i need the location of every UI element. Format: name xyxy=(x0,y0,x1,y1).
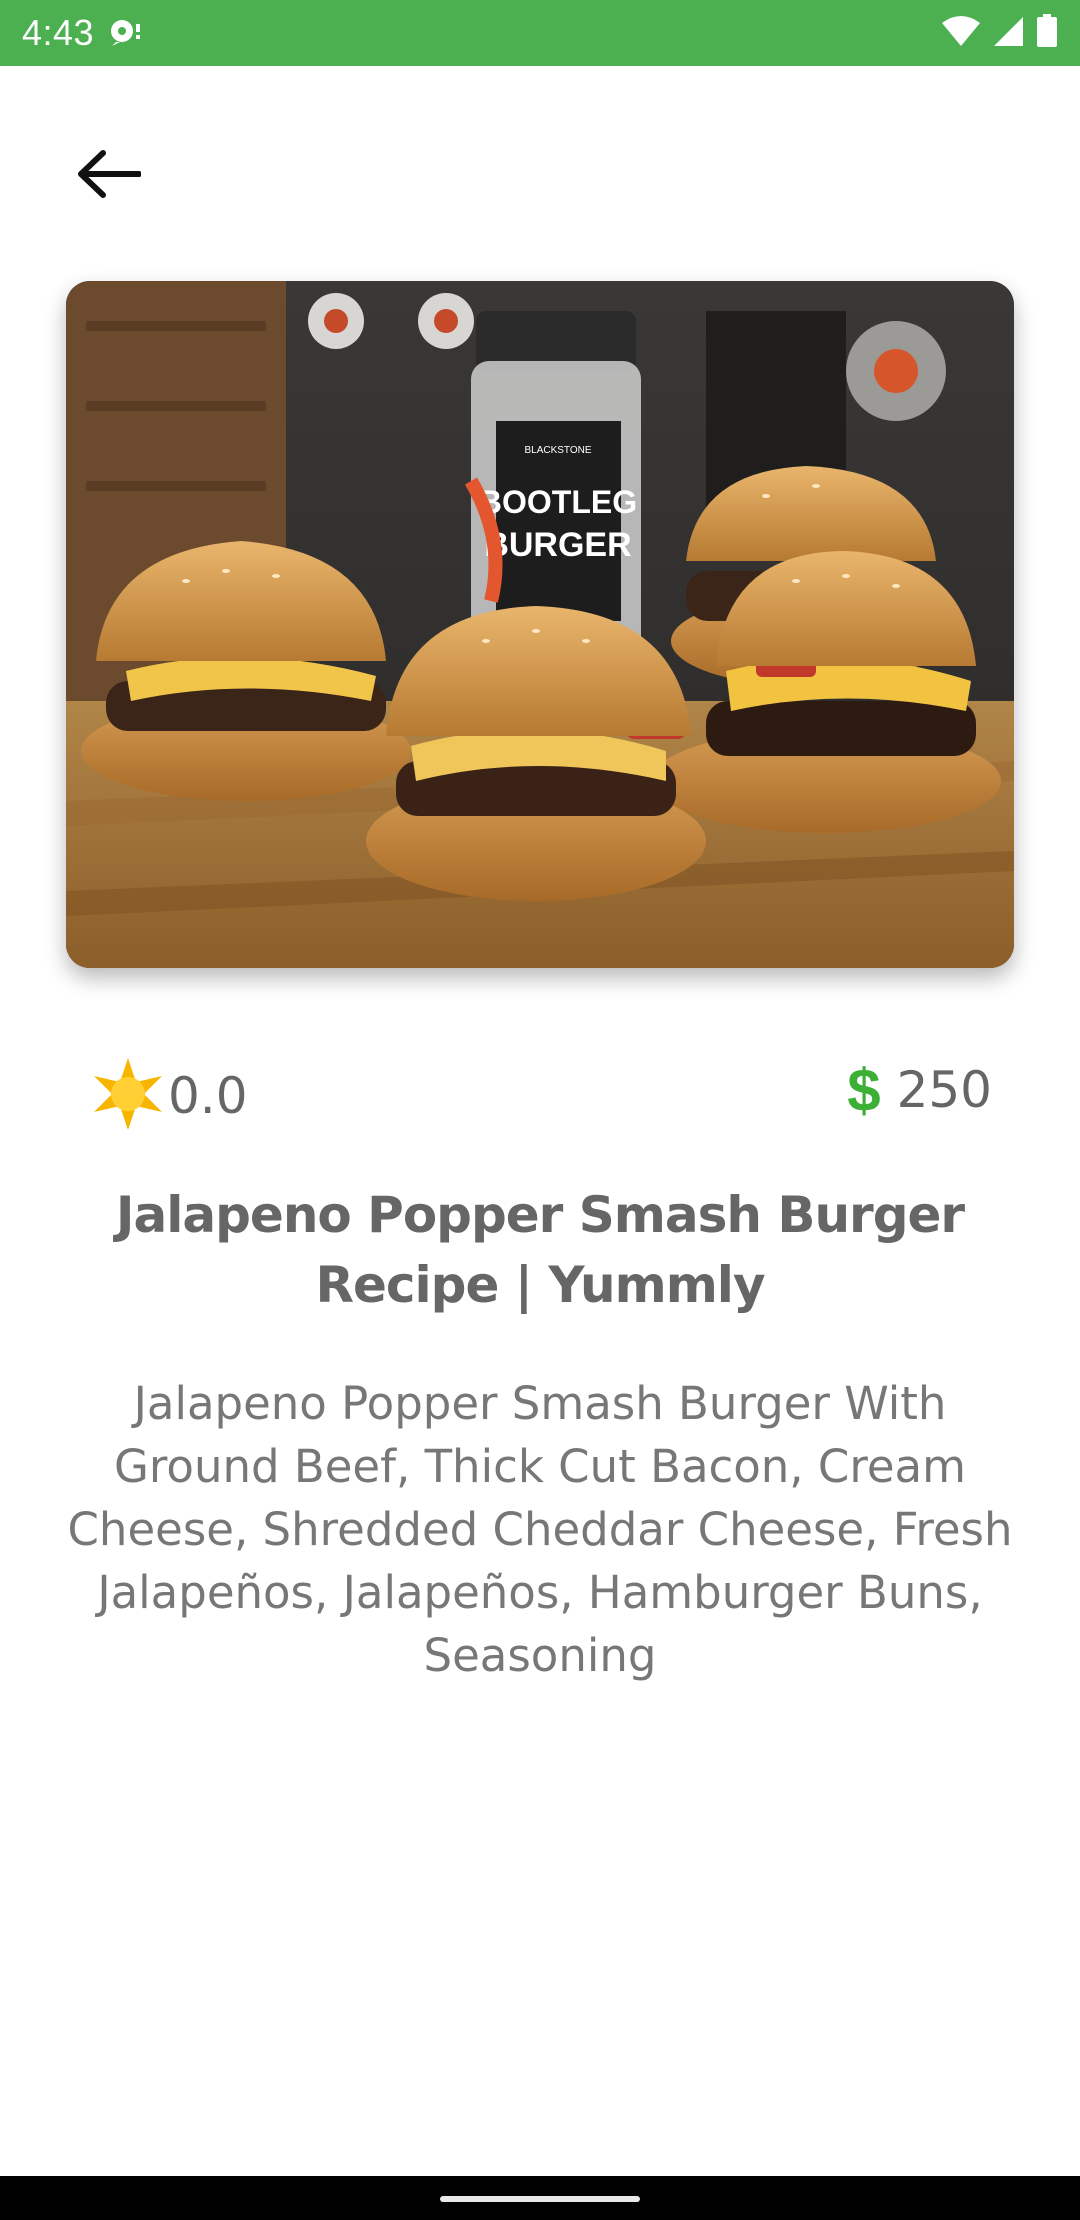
cellular-signal-icon xyxy=(992,15,1024,51)
svg-text:BLACKSTONE: BLACKSTONE xyxy=(524,445,591,456)
price: $ 250 xyxy=(847,1052,992,1128)
rating-value: 0.0 xyxy=(168,1067,248,1125)
dollar-icon: $ xyxy=(847,1056,881,1124)
star-icon xyxy=(90,1056,166,1136)
rating: 0.0 xyxy=(90,1058,248,1134)
recipe-description: Jalapeno Popper Smash Burger With Ground… xyxy=(67,1377,1013,1682)
home-indicator[interactable] xyxy=(440,2196,640,2202)
navigation-bar xyxy=(0,2176,1080,2220)
burger-photo-illustration: BLACKSTONE BOOTLEG BURGER xyxy=(66,281,1014,968)
wifi-icon xyxy=(942,15,980,51)
arrow-left-icon xyxy=(78,150,141,198)
status-bar: 4:43 xyxy=(0,0,1080,66)
back-button[interactable] xyxy=(70,140,146,208)
status-left: 4:43 xyxy=(22,12,142,54)
status-right xyxy=(942,14,1058,52)
recipe-title: Jalapeno Popper Smash Burger Recipe | Yu… xyxy=(115,1186,965,1314)
price-value: 250 xyxy=(896,1061,992,1119)
svg-text:BURGER: BURGER xyxy=(484,526,631,564)
notification-icon xyxy=(108,16,142,50)
status-time: 4:43 xyxy=(22,12,95,53)
battery-icon xyxy=(1036,14,1058,52)
svg-text:BOOTLEG: BOOTLEG xyxy=(479,484,637,520)
recipe-image[interactable]: BLACKSTONE BOOTLEG BURGER xyxy=(66,281,1014,968)
